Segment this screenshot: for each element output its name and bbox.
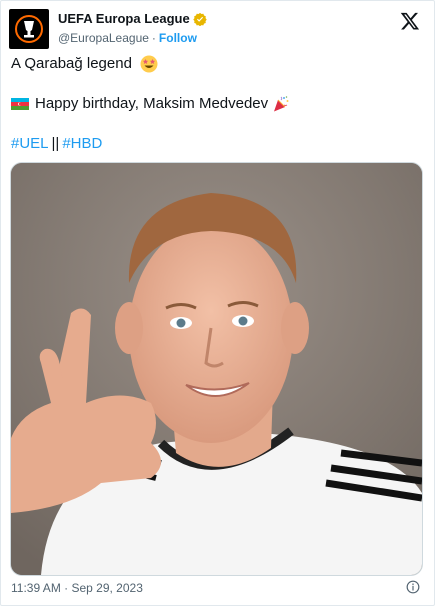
avatar[interactable] xyxy=(9,9,49,49)
tweet-line-3: #UEL || #HBD xyxy=(11,134,102,154)
tweet-line-1-text: A Qarabağ legend xyxy=(11,55,132,72)
handle-separator: · xyxy=(151,31,156,45)
player-photo xyxy=(11,163,422,575)
x-logo-icon[interactable] xyxy=(400,11,420,31)
info-icon[interactable] xyxy=(406,580,420,594)
tweet-card: UEFA Europa League @EuropaLeague · Follow … xyxy=(0,0,435,606)
author-block: UEFA Europa League @EuropaLeague · Follow xyxy=(58,11,207,46)
star-struck-emoji-icon xyxy=(140,55,158,73)
hashtag-hbd[interactable]: #HBD xyxy=(62,135,102,152)
azerbaijan-flag-icon xyxy=(11,98,29,110)
tweet-header: UEFA Europa League @EuropaLeague · Follow xyxy=(9,9,424,49)
tweet-timestamp[interactable]: 11:39 AM · Sep 29, 2023 xyxy=(11,580,143,596)
follow-button[interactable]: Follow xyxy=(159,31,197,45)
tweet-photo[interactable] xyxy=(10,162,423,576)
author-name[interactable]: UEFA Europa League xyxy=(58,11,190,27)
hashtag-separator: || xyxy=(51,135,60,152)
europa-league-logo xyxy=(15,15,43,43)
tweet-line-2-text: Happy birthday, Maksim Medvedev xyxy=(35,95,269,112)
party-popper-emoji-icon xyxy=(274,96,289,112)
author-handle[interactable]: @EuropaLeague xyxy=(58,31,149,45)
tweet-line-1: A Qarabağ legend xyxy=(11,54,158,74)
verified-badge-icon xyxy=(193,12,207,26)
hashtag-uel[interactable]: #UEL xyxy=(11,135,49,152)
tweet-line-2: Happy birthday, Maksim Medvedev xyxy=(11,94,290,114)
